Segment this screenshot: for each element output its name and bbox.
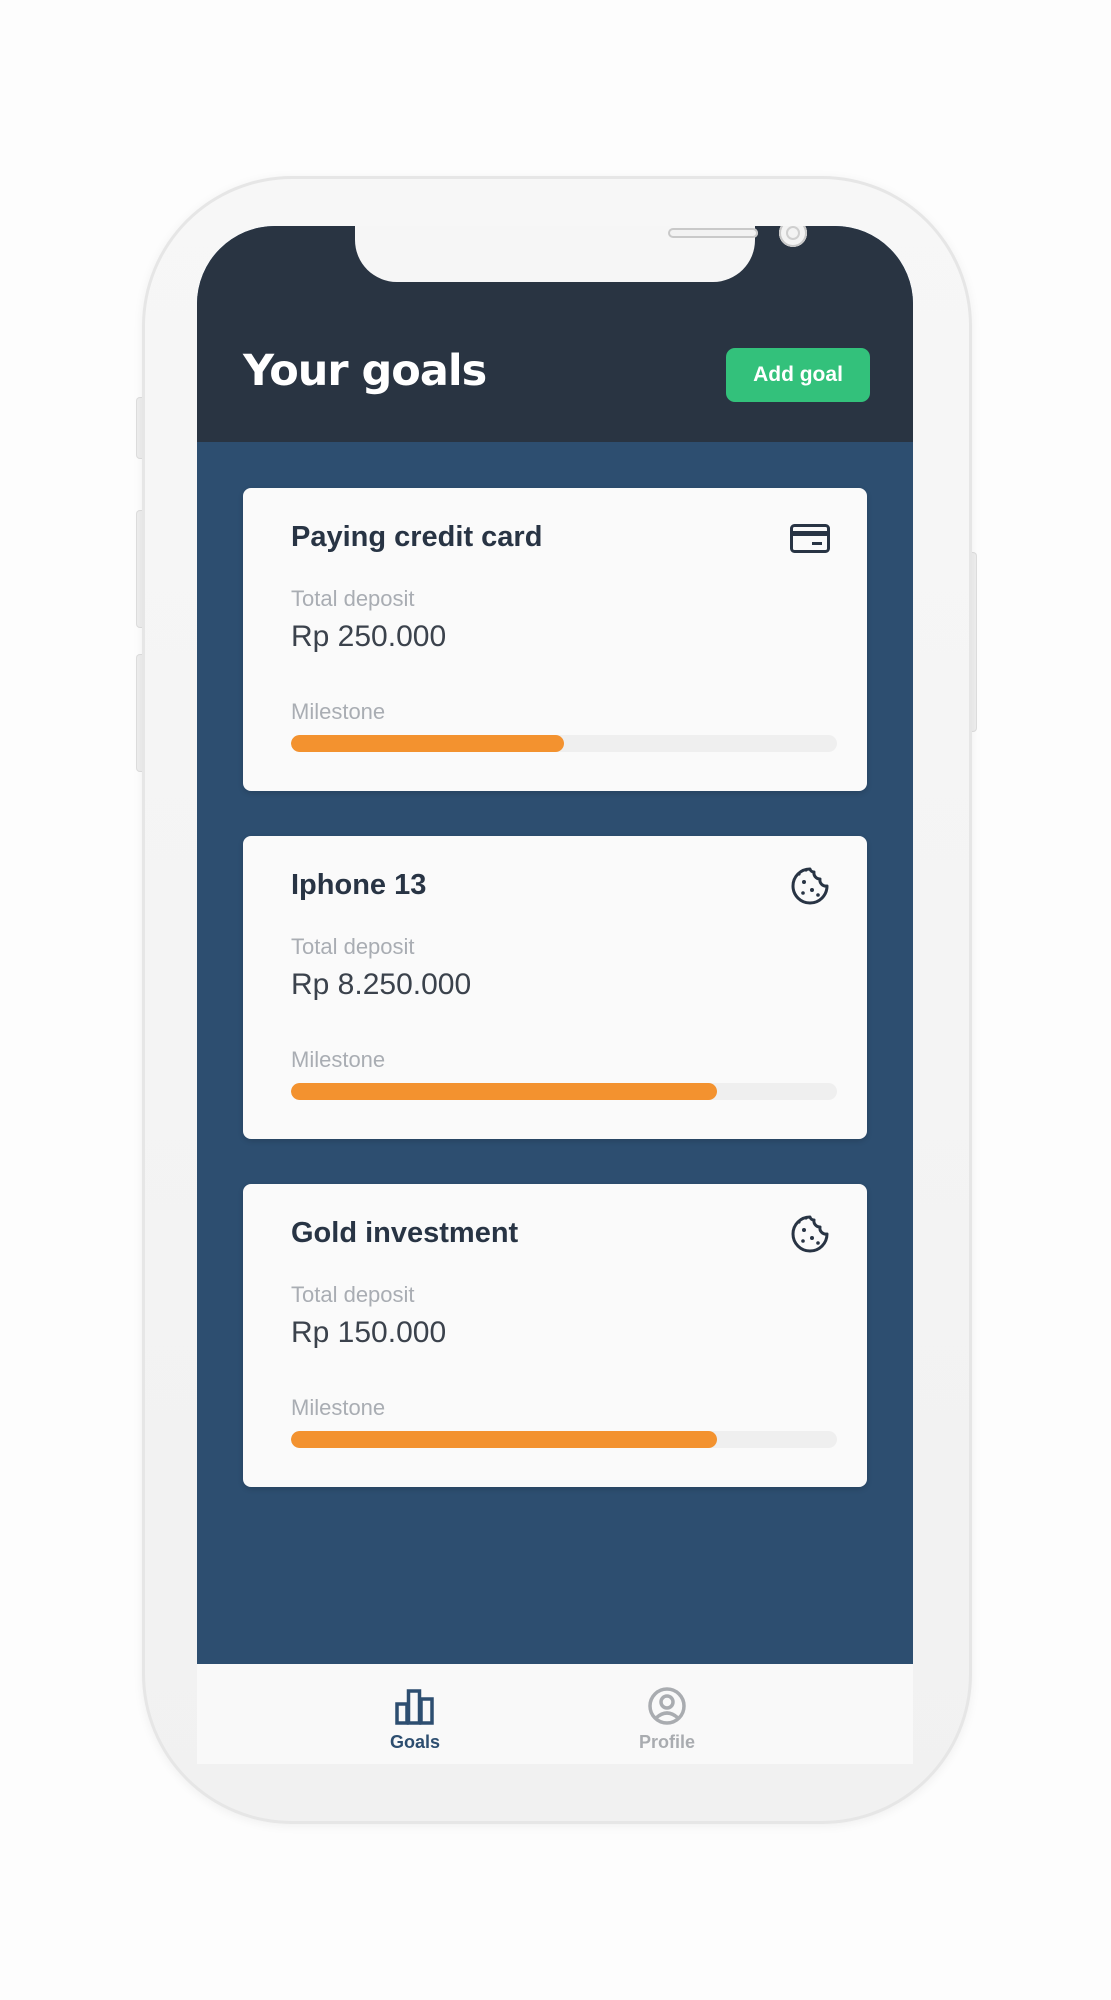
goal-card-gold-investment[interactable]: Gold investment Total deposit Rp 150.000… [243,1184,867,1487]
milestone-progress-bar [291,735,837,752]
nav-label-profile: Profile [638,1732,695,1752]
page-title: Your goals [243,346,487,396]
goal-title: Gold investment [291,1217,519,1249]
milestone-progress-bar [291,1083,837,1100]
app-header: Your goals Add goal [197,226,913,442]
goal-title: Iphone 13 [291,869,427,901]
total-deposit-label: Total deposit [291,586,415,611]
nav-item-profile[interactable]: Profile [607,1686,727,1753]
bar-chart-icon [395,1689,434,1725]
credit-card-icon [790,524,830,553]
deposit-amount: Rp 8.250.000 [291,968,472,1001]
add-goal-button[interactable]: Add goal [726,348,870,402]
goal-card-credit-card[interactable]: Paying credit card Total deposit Rp 250.… [243,488,867,791]
cookie-icon [791,1215,829,1253]
milestone-label: Milestone [291,1047,386,1072]
speaker-grille [668,228,758,238]
cookie-icon [791,867,829,905]
phone-notch [355,226,807,282]
milestone-progress-bar [291,1431,837,1448]
app-screen: Your goals Add goal Paying credit card T… [197,226,913,1764]
goal-title: Paying credit card [291,521,543,553]
deposit-amount: Rp 250.000 [291,620,447,653]
front-camera [779,226,807,247]
bottom-nav: Goals Profile [197,1664,913,1764]
milestone-progress-fill [291,735,564,752]
milestone-label: Milestone [291,1395,386,1420]
goal-card-iphone[interactable]: Iphone 13 Total deposit Rp 8.250.000 Mil… [243,836,867,1139]
milestone-progress-fill [291,1431,717,1448]
total-deposit-label: Total deposit [291,1282,415,1307]
nav-label-goals: Goals [389,1732,441,1752]
nav-item-goals[interactable]: Goals [355,1686,475,1753]
milestone-progress-fill [291,1083,717,1100]
total-deposit-label: Total deposit [291,934,415,959]
user-circle-icon [648,1687,686,1725]
deposit-amount: Rp 150.000 [291,1316,447,1349]
milestone-label: Milestone [291,699,386,724]
